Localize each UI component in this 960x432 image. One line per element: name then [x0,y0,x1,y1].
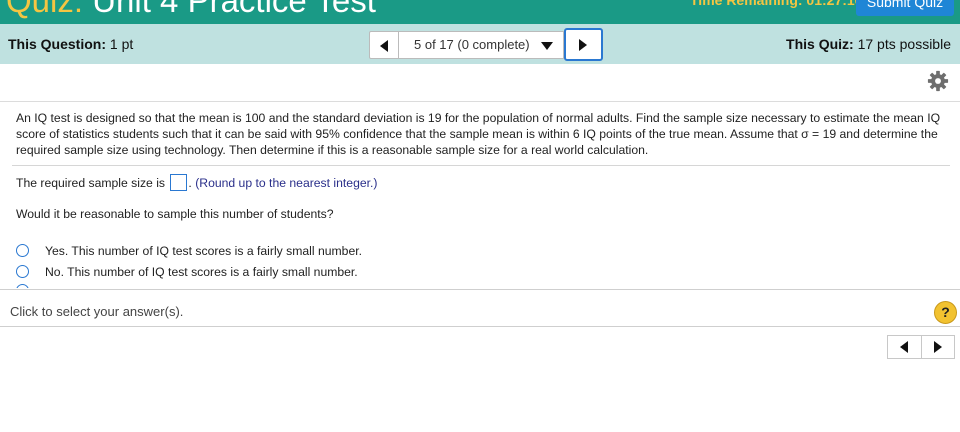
next-question-button[interactable] [564,28,603,61]
this-question-value: 1 pt [106,36,134,52]
divider [0,326,960,327]
answer-prefix: The required sample size is [16,176,166,190]
quiz-title-name: Unit 4 Practice Test [83,0,376,19]
sample-size-input[interactable] [170,173,188,191]
second-question-text: Would it be reasonable to sample this nu… [16,207,334,221]
this-quiz-value: 17 pts possible [853,36,951,52]
previous-question-button[interactable] [369,31,399,59]
chevron-down-icon [541,42,553,50]
gear-icon[interactable] [927,70,949,92]
divider [0,101,960,102]
question-text: An IQ test is designed so that the mean … [16,111,941,157]
answer-hint: (Round up to the nearest integer.) [195,176,378,190]
divider [0,289,960,290]
time-remaining: Time Remaining: 01:27:16 [690,0,863,8]
divider [12,165,950,166]
radio-icon[interactable] [16,284,29,288]
submit-quiz-button[interactable]: Submit Quiz [856,0,954,16]
quiz-header: Quiz: Unit 4 Practice Test Time Remainin… [0,0,960,24]
status-instruction: Click to select your answer(s). [10,304,184,319]
bottom-pager [887,335,955,359]
this-quiz-points: This Quiz: 17 pts possible [786,36,951,52]
question-navigator-text: 5 of 17 (0 complete) [414,37,530,52]
option-label: No. This number of IQ test scores is a f… [45,265,358,279]
answer-option-c[interactable] [16,284,316,288]
option-label: Yes. This number of IQ test scores is a … [45,244,362,258]
quiz-title: Quiz: Unit 4 Practice Test [6,0,376,20]
this-question-label: This Question: [8,36,106,52]
help-icon[interactable]: ? [934,301,957,324]
radio-icon[interactable] [16,265,29,278]
answer-line: The required sample size is . (Round up … [16,173,378,191]
this-quiz-label: This Quiz: [786,36,854,52]
this-question-points: This Question: 1 pt [8,36,133,52]
question-bar: This Question: 1 pt 5 of 17 (0 complete)… [0,24,960,64]
next-button[interactable] [922,336,955,358]
radio-icon[interactable] [16,244,29,257]
question-navigator-select[interactable]: 5 of 17 (0 complete) [398,31,564,59]
answer-suffix: . [188,176,192,190]
quiz-title-prefix: Quiz: [6,0,84,19]
previous-button[interactable] [888,336,921,358]
